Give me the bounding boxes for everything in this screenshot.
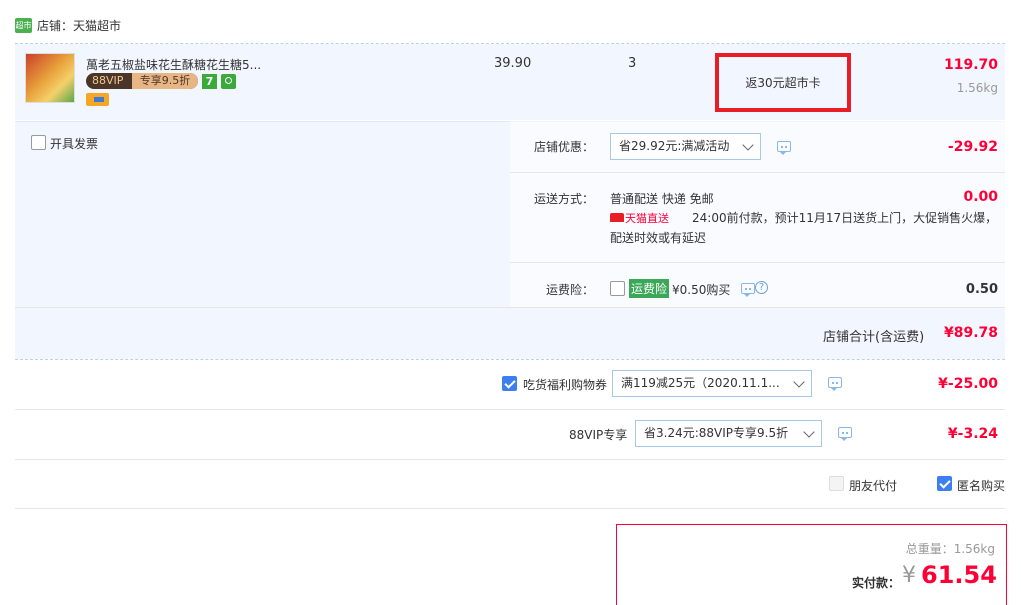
- tmall-direct-tag: 天猫直送: [625, 212, 669, 225]
- help-icon[interactable]: ?: [755, 281, 768, 294]
- pay-label: 实付款：: [852, 576, 901, 590]
- store-discount-label: 店铺优惠：: [534, 140, 595, 154]
- shop-logo-icon: 超市: [15, 18, 32, 33]
- anonymous-label: 匿名购买: [957, 479, 1006, 493]
- divider: [15, 307, 1005, 308]
- promo-text: 返30元超市卡: [745, 76, 821, 90]
- message-icon[interactable]: [838, 427, 852, 441]
- shipping-amount: 0.00: [963, 189, 998, 205]
- vip-amount: ¥-3.24: [947, 426, 998, 442]
- product-subtotal: 119.70: [943, 57, 998, 73]
- chevron-down-icon: [742, 139, 754, 151]
- message-icon[interactable]: [777, 141, 791, 155]
- pay-currency: ¥: [902, 563, 916, 588]
- shipping-method: 普通配送 快递 免邮: [610, 192, 714, 206]
- tmall-direct-icon: [610, 213, 624, 222]
- anonymous-checkbox[interactable]: [937, 476, 952, 491]
- message-icon[interactable]: [828, 377, 842, 391]
- unit-price: 39.90: [494, 56, 532, 71]
- chevron-down-icon: [793, 376, 805, 388]
- insurance-amount: 0.50: [965, 282, 998, 297]
- store-discount-value: 省29.92元:满减活动: [619, 139, 730, 153]
- message-icon[interactable]: [741, 283, 755, 297]
- divider: [15, 359, 1005, 360]
- vip-badge-label: 88VIP: [92, 74, 124, 87]
- chevron-down-icon: [803, 426, 815, 438]
- shipping-label: 运送方式：: [534, 192, 595, 206]
- guarantee-icon: [221, 74, 236, 89]
- coupon-checkbox[interactable]: [502, 376, 517, 391]
- vip-label: 88VIP专享: [569, 428, 628, 442]
- shop-name[interactable]: 店铺：天猫超市: [37, 17, 121, 34]
- store-discount-amount: -29.92: [947, 139, 998, 155]
- divider: [510, 172, 1005, 173]
- invoice-label[interactable]: 开具发票: [50, 135, 98, 152]
- card-icon: [86, 93, 109, 106]
- coupon-select[interactable]: 满119减25元（2020.11.1...: [612, 370, 812, 397]
- product-thumbnail[interactable]: [25, 53, 75, 103]
- vip-badge: 88VIP 专享9.5折: [86, 73, 198, 89]
- friend-pay-checkbox[interactable]: [829, 476, 844, 491]
- divider: [15, 409, 1005, 410]
- insurance-tag: 运费险: [629, 279, 670, 298]
- vip-select[interactable]: 省3.24元:88VIP专享9.5折: [635, 420, 822, 447]
- invoice-checkbox[interactable]: [31, 135, 46, 150]
- divider: [15, 508, 1005, 509]
- insurance-checkbox[interactable]: [610, 281, 625, 296]
- store-total-amount: ¥89.78: [943, 325, 998, 341]
- product-name[interactable]: 萬老五椒盐味花生酥糖花生糖5...: [86, 56, 261, 73]
- insurance-label: 运费险：: [546, 283, 595, 297]
- delivery-note: 24:00前付款，预计11月17日送货上门，大促销售火爆，: [692, 211, 998, 225]
- vip-value: 省3.24元:88VIP专享9.5折: [644, 426, 789, 440]
- delivery-note-2: 配送时效或有延迟: [610, 231, 707, 245]
- coupon-amount: ¥-25.00: [938, 376, 998, 392]
- pay-amount: 61.54: [921, 561, 997, 589]
- divider: [510, 262, 1005, 263]
- insurance-price: ¥0.50购买: [672, 283, 731, 297]
- quantity: 3: [628, 56, 637, 71]
- product-weight: 1.56kg: [956, 81, 998, 95]
- seven-day-return-icon: 7: [202, 74, 217, 89]
- coupon-value: 满119减25元（2020.11.1...: [621, 376, 780, 390]
- friend-pay-label: 朋友代付: [849, 479, 898, 493]
- store-discount-select[interactable]: 省29.92元:满减活动: [610, 133, 761, 160]
- vip-badge-discount: 专享9.5折: [132, 73, 198, 89]
- total-weight: 总重量：1.56kg: [905, 542, 995, 556]
- divider: [15, 459, 1005, 460]
- coupon-label: 吃货福利购物券: [523, 378, 608, 392]
